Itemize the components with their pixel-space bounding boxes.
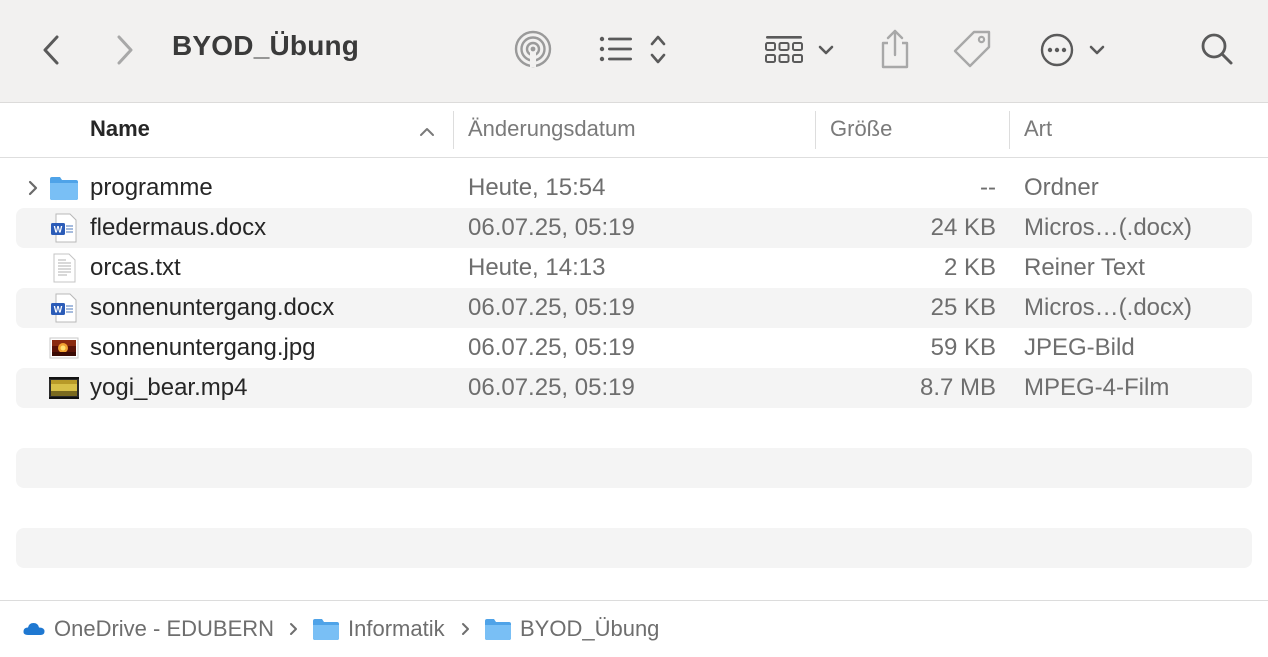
group-grid-icon xyxy=(765,36,834,63)
file-date: 06.07.25, 05:19 xyxy=(468,334,635,361)
file-date: Heute, 15:54 xyxy=(468,174,606,201)
file-date: 06.07.25, 05:19 xyxy=(468,294,635,321)
file-row[interactable]: W sonnenuntergang.docx 06.07.25, 05:19 2… xyxy=(16,288,1252,328)
file-size: 2 KB xyxy=(943,254,996,281)
video-thumbnail-icon xyxy=(49,377,79,399)
cloud-icon xyxy=(23,623,45,635)
file-kind: MPEG-4-Film xyxy=(1024,374,1170,401)
group-button[interactable] xyxy=(758,28,840,72)
path-separator-icon xyxy=(288,601,300,657)
file-kind: Micros…(.docx) xyxy=(1024,214,1193,241)
share-button[interactable] xyxy=(872,24,918,74)
more-actions-button[interactable] xyxy=(1036,28,1114,72)
file-size: 24 KB xyxy=(930,214,996,241)
tag-icon xyxy=(953,30,991,68)
back-button[interactable] xyxy=(34,28,70,72)
file-name: sonnenuntergang.jpg xyxy=(90,334,316,361)
image-thumbnail-icon xyxy=(49,337,79,359)
svg-text:W: W xyxy=(54,225,63,235)
file-size: -- xyxy=(980,174,996,201)
column-date-header[interactable]: Änderungsdatum xyxy=(468,103,636,157)
chevron-left-icon xyxy=(43,35,59,65)
path-item-label: OneDrive - EDUBERN xyxy=(54,616,275,641)
file-kind: Ordner xyxy=(1024,174,1099,201)
file-date: Heute, 14:13 xyxy=(468,254,606,281)
column-header: Name Änderungsdatum Größe Art xyxy=(0,103,1268,158)
path-item-label: Informatik xyxy=(348,616,445,641)
text-document-icon xyxy=(53,253,76,283)
word-document-icon: W xyxy=(51,213,77,243)
list-view-icon xyxy=(599,35,666,64)
ellipsis-circle-icon xyxy=(1040,33,1105,67)
path-item-informatik[interactable]: Informatik xyxy=(312,601,445,657)
chevron-right-icon xyxy=(117,35,133,65)
file-date: 06.07.25, 05:19 xyxy=(468,374,635,401)
view-options-button[interactable] xyxy=(594,28,674,72)
svg-text:W: W xyxy=(54,305,63,315)
file-size: 59 KB xyxy=(930,334,996,361)
tag-button[interactable] xyxy=(950,26,996,72)
finder-toolbar: BYOD_Übung xyxy=(0,0,1268,103)
column-size-header[interactable]: Größe xyxy=(830,103,892,157)
file-size: 8.7 MB xyxy=(919,374,996,401)
path-item-onedrive[interactable]: OneDrive - EDUBERN xyxy=(22,601,274,657)
file-name: sonnenuntergang.docx xyxy=(90,294,335,321)
folder-icon xyxy=(485,619,511,640)
file-row[interactable]: sonnenuntergang.jpg 06.07.25, 05:19 59 K… xyxy=(16,328,1252,368)
forward-button[interactable] xyxy=(106,28,142,72)
word-document-icon: W xyxy=(51,293,77,323)
empty-list-stripe xyxy=(16,528,1252,568)
file-kind: Micros…(.docx) xyxy=(1024,294,1193,321)
disclosure-triangle-icon[interactable] xyxy=(26,178,40,198)
file-size: 25 KB xyxy=(930,294,996,321)
file-kind: Reiner Text xyxy=(1024,254,1145,281)
file-name: fledermaus.docx xyxy=(90,214,267,241)
empty-list-stripe xyxy=(16,448,1252,488)
file-date: 06.07.25, 05:19 xyxy=(468,214,635,241)
path-item-label: BYOD_Übung xyxy=(520,616,660,641)
path-separator-icon xyxy=(460,601,472,657)
path-item-current-folder[interactable]: BYOD_Übung xyxy=(484,601,659,657)
column-divider[interactable] xyxy=(453,111,454,149)
sort-ascending-icon[interactable] xyxy=(416,121,438,141)
file-row[interactable]: programme Heute, 15:54 -- Ordner xyxy=(16,168,1252,208)
folder-icon xyxy=(313,619,339,640)
path-bar: OneDrive - EDUBERN Informatik BYOD_Übung xyxy=(0,600,1268,657)
share-icon xyxy=(881,29,909,69)
file-row[interactable]: yogi_bear.mp4 06.07.25, 05:19 8.7 MB MPE… xyxy=(16,368,1252,408)
column-divider[interactable] xyxy=(815,111,816,149)
file-row[interactable]: orcas.txt Heute, 14:13 2 KB Reiner Text xyxy=(16,248,1252,288)
file-name: yogi_bear.mp4 xyxy=(90,374,248,401)
file-name: programme xyxy=(90,174,213,201)
file-kind: JPEG-Bild xyxy=(1024,334,1135,361)
search-button[interactable] xyxy=(1194,26,1240,72)
magnifier-icon xyxy=(1201,33,1233,65)
window-title: BYOD_Übung xyxy=(172,30,360,61)
airdrop-button[interactable] xyxy=(510,26,556,72)
file-row[interactable]: W fledermaus.docx 06.07.25, 05:19 24 KB … xyxy=(16,208,1252,248)
folder-icon xyxy=(50,177,78,200)
column-kind-header[interactable]: Art xyxy=(1024,103,1052,157)
column-divider[interactable] xyxy=(1009,111,1010,149)
column-name-header[interactable]: Name xyxy=(90,103,150,157)
airdrop-icon xyxy=(514,30,552,68)
file-name: orcas.txt xyxy=(90,254,181,281)
